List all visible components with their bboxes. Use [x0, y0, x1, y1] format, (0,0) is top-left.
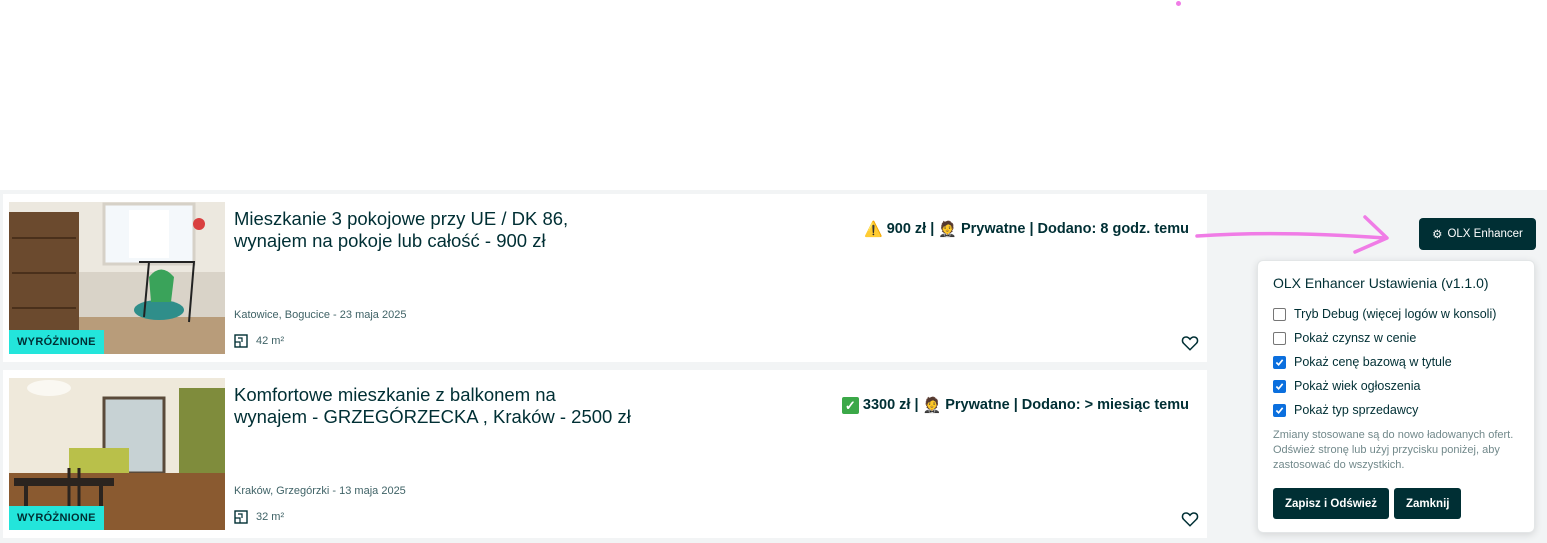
listing-title-line2: wynajem - GRZEGÓRZECKA , Kraków - 2500 z… — [234, 406, 631, 427]
listing-area: 32 m² — [234, 510, 284, 524]
listing-title-line1: Mieszkanie 3 pokojowe przy UE / DK 86, — [234, 208, 569, 229]
show-age-checkbox[interactable] — [1273, 379, 1286, 393]
seller-and-age: Prywatne | Dodano: > miesiąc temu — [945, 397, 1189, 413]
listing-card[interactable]: WYRÓŻNIONE Mieszkanie 3 pokojowe przy UE… — [3, 194, 1207, 362]
enhancer-info: ⚠️ 900 zł | 🤵 Prywatne | Dodano: 8 godz.… — [864, 220, 1189, 238]
listing-price: 900 zł | — [886, 221, 935, 237]
listing-price: 3300 zł | — [862, 397, 919, 413]
listing-card[interactable]: WYRÓŻNIONE Komfortowe mieszkanie z balko… — [3, 370, 1207, 538]
option-show-base-price[interactable]: Pokaż cenę bazową w tytule — [1273, 355, 1452, 369]
listing-location-date: Kraków, Grzegórzki - 13 maja 2025 — [234, 485, 406, 497]
area-icon — [234, 334, 248, 348]
settings-note: Zmiany stosowane są do nowo ładowanych o… — [1273, 429, 1514, 471]
enhancer-info: ✓ 3300 zł | 🤵 Prywatne | Dodano: > miesi… — [841, 396, 1189, 414]
show-base-price-checkbox[interactable] — [1273, 355, 1286, 369]
option-show-rent[interactable]: Pokaż czynsz w cenie — [1273, 331, 1416, 345]
listing-title[interactable]: Mieszkanie 3 pokojowe przy UE / DK 86, w… — [234, 208, 634, 252]
option-show-seller-type[interactable]: Pokaż typ sprzedawcy — [1273, 403, 1418, 417]
olx-enhancer-label: OLX Enhancer — [1447, 228, 1523, 240]
annotation-arrow — [1195, 215, 1389, 254]
seller-person-icon: 🤵 — [922, 397, 942, 414]
show-rent-checkbox[interactable] — [1273, 331, 1286, 345]
option-show-age[interactable]: Pokaż wiek ogłoszenia — [1273, 379, 1420, 393]
checkmark-icon — [1275, 382, 1284, 390]
listing-area: 42 m² — [234, 334, 284, 348]
close-button[interactable]: Zamknij — [1394, 488, 1462, 519]
page-top-area — [0, 0, 1547, 190]
listing-area-value: 32 m² — [256, 511, 285, 523]
listing-title[interactable]: Komfortowe mieszkanie z balkonem na wyna… — [234, 384, 654, 428]
checkmark-icon — [1275, 358, 1284, 366]
heart-icon[interactable] — [1181, 334, 1199, 352]
listing-area-value: 42 m² — [256, 335, 285, 347]
listing-title-line1: Komfortowe mieszkanie z balkonem na — [234, 384, 556, 405]
listing-title-line2: wynajem na pokoje lub całość - 900 zł — [234, 230, 546, 251]
enhancer-settings-panel: OLX Enhancer Ustawienia (v1.1.0) Tryb De… — [1257, 260, 1535, 533]
listing-photo[interactable]: WYRÓŻNIONE — [9, 202, 225, 354]
option-debug-mode[interactable]: Tryb Debug (więcej logów w konsoli) — [1273, 307, 1496, 321]
gear-icon: ⚙ — [1432, 229, 1443, 241]
check-icon: ✓ — [841, 396, 859, 414]
seller-person-icon: 🤵 — [938, 221, 957, 238]
heart-icon[interactable] — [1181, 510, 1199, 528]
listing-photo[interactable]: WYRÓŻNIONE — [9, 378, 225, 530]
seller-and-age: Prywatne | Dodano: 8 godz. temu — [960, 221, 1189, 237]
save-refresh-button[interactable]: Zapisz i Odśwież — [1273, 488, 1390, 519]
checkmark-icon — [1275, 406, 1284, 414]
listing-location-date: Katowice, Bogucice - 23 maja 2025 — [234, 309, 407, 321]
olx-enhancer-button[interactable]: ⚙ OLX Enhancer — [1419, 218, 1536, 250]
featured-badge: WYRÓŻNIONE — [9, 506, 104, 530]
option-label: Pokaż cenę bazową w tytule — [1294, 355, 1452, 369]
option-label: Pokaż wiek ogłoszenia — [1294, 379, 1421, 393]
option-label: Pokaż czynsz w cenie — [1294, 331, 1417, 345]
option-label: Tryb Debug (więcej logów w konsoli) — [1294, 307, 1497, 321]
annotation-dot — [1176, 1, 1181, 6]
debug-checkbox[interactable] — [1273, 307, 1286, 321]
show-seller-type-checkbox[interactable] — [1273, 403, 1286, 417]
featured-badge: WYRÓŻNIONE — [9, 330, 104, 354]
settings-title: OLX Enhancer Ustawienia (v1.1.0) — [1273, 275, 1489, 291]
option-label: Pokaż typ sprzedawcy — [1294, 403, 1419, 417]
area-icon — [234, 510, 248, 524]
warning-icon: ⚠️ — [864, 221, 883, 238]
